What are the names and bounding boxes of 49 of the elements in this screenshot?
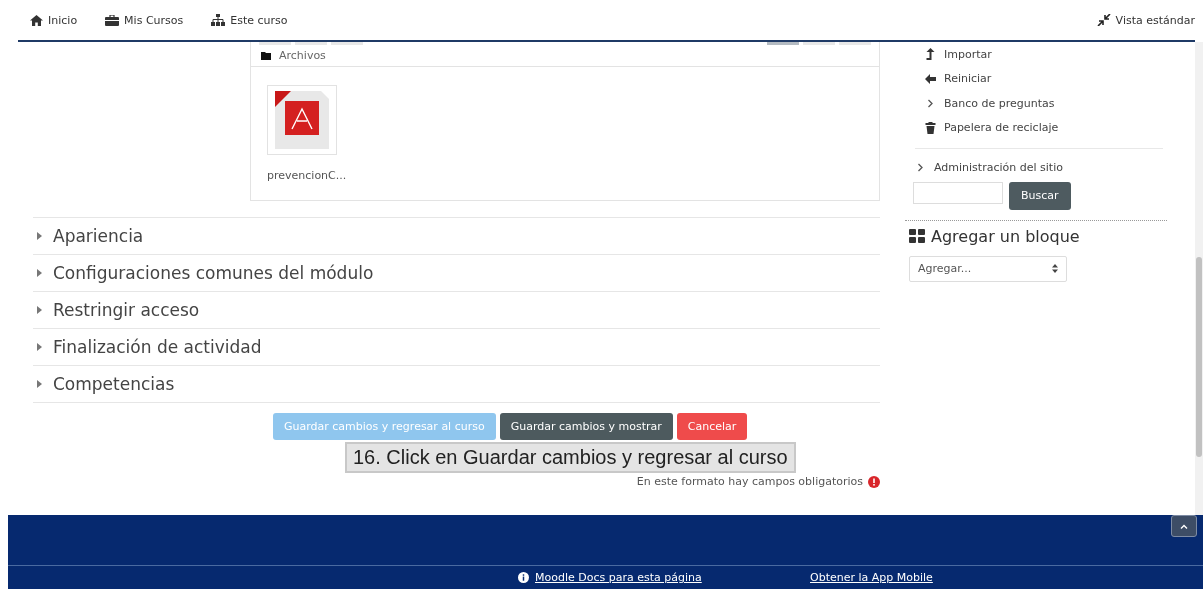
back-to-top-button[interactable] <box>1171 515 1197 537</box>
admin-menu-item[interactable]: Papelera de reciclaje <box>905 115 1167 140</box>
required-note: En este formato hay campos obligatorios <box>636 475 863 488</box>
caret-icon <box>37 380 43 388</box>
chevron-icon <box>915 162 926 172</box>
collapsible-section[interactable]: Restringir acceso <box>33 291 880 328</box>
path-label: Archivos <box>279 49 326 62</box>
blocks-icon <box>909 229 925 243</box>
footer-link[interactable]: Obtener la App Mobile <box>810 571 933 584</box>
trash-icon <box>925 121 936 134</box>
form-button[interactable]: Guardar cambios y mostrar <box>499 413 673 440</box>
search-button[interactable]: Buscar <box>1009 181 1071 210</box>
standard-view-link[interactable]: Vista estándar <box>1096 13 1195 27</box>
caret-icon <box>37 232 43 240</box>
caret-icon <box>37 306 43 314</box>
caret-icon <box>37 343 43 351</box>
site-admin-link[interactable]: Administración del sitio <box>905 155 1167 180</box>
collapsible-section[interactable]: Configuraciones comunes del módulo <box>33 254 880 291</box>
file-item[interactable]: prevencionC... <box>267 85 347 182</box>
folder-icon <box>261 51 271 60</box>
updown-caret-icon <box>1052 264 1058 273</box>
upload-arrow-icon <box>925 48 936 61</box>
nav-link[interactable]: Mis Cursos <box>105 13 184 27</box>
briefcase-icon <box>105 14 120 26</box>
info-icon <box>518 572 529 583</box>
home-icon <box>30 14 43 26</box>
collapsible-section[interactable]: Competencias <box>33 365 880 403</box>
exclamation-icon <box>868 475 880 488</box>
search-field[interactable] <box>913 181 1003 204</box>
footer-link[interactable]: Moodle Docs para esta página <box>535 571 702 584</box>
nav-link[interactable]: Este curso <box>211 13 288 27</box>
chevron-icon <box>925 98 936 108</box>
sitemap-icon <box>211 14 226 26</box>
left-arrow-icon <box>925 73 936 84</box>
block-heading: Agregar un bloque <box>931 226 1080 246</box>
pdf-file-icon <box>267 85 337 155</box>
admin-menu-item[interactable]: Banco de preguntas <box>905 91 1167 116</box>
nav-link[interactable]: Inicio <box>30 13 78 27</box>
collapse-arrows-icon <box>1096 14 1111 26</box>
collapsible-section[interactable]: Finalización de actividad <box>33 328 880 365</box>
collapsible-section[interactable]: Apariencia <box>33 217 880 254</box>
caret-icon <box>37 269 43 277</box>
add-block-select[interactable]: Agregar... <box>909 255 1067 282</box>
admin-menu-item[interactable]: Importar <box>905 42 1167 67</box>
tutorial-caption: 16. Click en Guardar cambios y regresar al curso <box>345 442 796 473</box>
up-chevron-icon <box>1180 523 1188 529</box>
scrollbar[interactable] <box>1195 42 1203 515</box>
form-button[interactable]: Cancelar <box>676 413 748 440</box>
admin-menu-item[interactable]: Reiniciar <box>905 66 1167 91</box>
